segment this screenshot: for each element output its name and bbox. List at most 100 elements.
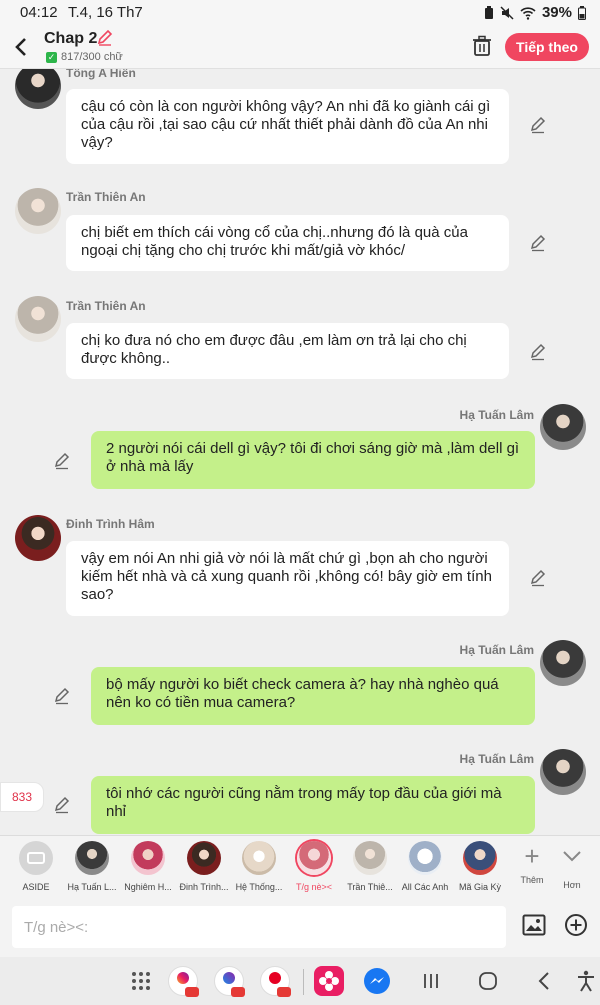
message-bubble[interactable]: tôi nhớ các người cũng nằm trong mấy top… xyxy=(91,776,535,834)
edit-message-icon[interactable] xyxy=(529,116,547,134)
character-avatar xyxy=(187,841,221,875)
character-label: Trần Thiê... xyxy=(347,882,393,892)
recent-app-instagram[interactable] xyxy=(168,966,199,997)
character-item[interactable]: Trần Thiê... xyxy=(342,841,398,892)
character-aside[interactable]: ASIDE xyxy=(8,841,64,892)
message-bubble[interactable]: vậy em nói An nhi giả vờ nói là mất chứ … xyxy=(66,541,509,616)
character-label: Nghiêm H... xyxy=(124,882,172,892)
character-label: All Các Anh xyxy=(401,882,449,892)
edit-message-icon[interactable] xyxy=(53,687,71,705)
chevron-down-icon xyxy=(563,851,581,862)
nav-divider xyxy=(303,969,304,995)
recent-app-messenger-2[interactable] xyxy=(362,966,392,1001)
character-avatar xyxy=(75,841,109,875)
edit-title-button[interactable] xyxy=(96,29,113,51)
speaker-name: Đinh Trình Hâm xyxy=(66,517,155,531)
speaker-name: Tống A Hiên xyxy=(66,69,136,80)
delete-button[interactable] xyxy=(472,35,492,57)
add-content-button[interactable] xyxy=(564,913,588,937)
more-label: Hơn xyxy=(563,880,581,890)
character-label: ASIDE xyxy=(22,882,50,892)
accessibility-button[interactable] xyxy=(577,970,595,997)
app-drawer-button[interactable] xyxy=(131,971,151,996)
add-character-button[interactable]: + Thêm xyxy=(514,842,550,885)
speaker-name: Trần Thiên An xyxy=(66,299,146,313)
insert-image-button[interactable] xyxy=(522,914,546,936)
edit-message-icon[interactable] xyxy=(529,343,547,361)
message-bubble[interactable]: chị biết em thích cái vòng cổ của chị..n… xyxy=(66,215,509,271)
nav-back-button[interactable] xyxy=(536,971,552,996)
character-item[interactable]: Hệ Thống... xyxy=(231,841,287,892)
avatar[interactable] xyxy=(15,188,61,234)
chat-area[interactable]: Tống A Hiên cậu có còn là con người khôn… xyxy=(0,69,600,835)
message-bubble[interactable]: chị ko đưa nó cho em được đâu ,em làm ơn… xyxy=(66,323,509,379)
check-icon: ✓ xyxy=(46,51,57,63)
status-date: T.4, 16 Th7 xyxy=(68,4,143,21)
character-item[interactable]: All Các Anh xyxy=(397,841,453,892)
next-button[interactable]: Tiếp theo xyxy=(505,33,589,61)
avatar[interactable] xyxy=(540,640,586,686)
character-avatar xyxy=(463,841,497,875)
accessibility-icon xyxy=(578,970,594,992)
more-characters-button[interactable]: Hơn xyxy=(554,842,590,890)
message-count-badge[interactable]: 833 xyxy=(0,782,44,812)
home-button[interactable] xyxy=(478,971,498,996)
status-icons: 39% xyxy=(484,4,586,21)
recent-app-flower[interactable] xyxy=(314,966,344,996)
character-item[interactable]: Mã Gia Kỳ xyxy=(452,841,508,892)
word-count: ✓ 817/300 chữ xyxy=(46,51,123,63)
battery-percent: 39% xyxy=(541,4,572,21)
word-count-text: 817/300 chữ xyxy=(61,51,123,63)
mute-icon xyxy=(500,5,514,20)
character-avatar xyxy=(131,841,165,875)
trash-icon xyxy=(473,35,491,56)
app-grid-icon xyxy=(132,972,150,990)
speaker-name: Hạ Tuấn Lâm xyxy=(459,752,534,766)
status-time: 04:12 xyxy=(20,4,58,21)
speaker-name: Hạ Tuấn Lâm xyxy=(459,643,534,657)
system-nav-bar xyxy=(0,957,600,1005)
pencil-icon xyxy=(97,29,113,46)
recent-app-messenger[interactable] xyxy=(214,966,245,997)
character-item-selected[interactable]: T/g nè>< xyxy=(286,841,342,892)
edit-message-icon[interactable] xyxy=(529,569,547,587)
character-label: Mã Gia Kỳ xyxy=(458,882,501,892)
recents-button[interactable] xyxy=(422,972,440,995)
chapter-header: Chap 2 ✓ 817/300 chữ Tiếp theo xyxy=(0,26,600,69)
character-avatar xyxy=(408,841,442,875)
avatar[interactable] xyxy=(15,69,61,109)
avatar[interactable] xyxy=(15,296,61,342)
aside-icon xyxy=(19,841,53,875)
edit-message-icon[interactable] xyxy=(53,796,71,814)
character-avatar xyxy=(242,841,276,875)
message-bubble[interactable]: 2 người nói cái dell gì vậy? tôi đi chơi… xyxy=(91,431,535,489)
character-item[interactable]: Hạ Tuấn L... xyxy=(64,841,120,892)
message-bubble[interactable]: cậu có còn là con người không vậy? An nh… xyxy=(66,89,509,164)
avatar[interactable] xyxy=(540,749,586,795)
avatar[interactable] xyxy=(540,404,586,450)
character-item[interactable]: Nghiêm H... xyxy=(120,841,176,892)
speaker-name: Hạ Tuấn Lâm xyxy=(459,408,534,422)
instagram-icon xyxy=(168,966,199,997)
character-bar: ASIDE Hạ Tuấn L... Nghiêm H... Đinh Trìn… xyxy=(0,835,600,897)
avatar[interactable] xyxy=(15,515,61,561)
message-bubble[interactable]: bộ mấy người ko biết check camera à? hay… xyxy=(91,667,535,725)
flower-app-icon xyxy=(314,966,344,996)
character-label: Hệ Thống... xyxy=(235,882,283,892)
message-input[interactable] xyxy=(12,906,506,948)
recent-app-pinterest[interactable] xyxy=(260,966,291,997)
character-label: Đinh Trình... xyxy=(179,882,229,892)
messenger-icon xyxy=(364,968,390,994)
add-label: Thêm xyxy=(520,875,544,885)
pinterest-icon xyxy=(260,966,291,997)
plus-icon: + xyxy=(524,841,540,871)
chapter-title[interactable]: Chap 2 xyxy=(44,30,97,48)
chevron-left-icon xyxy=(15,38,26,56)
back-button[interactable] xyxy=(12,34,34,60)
character-item[interactable]: Đinh Trình... xyxy=(176,841,232,892)
messenger-icon xyxy=(214,966,245,997)
edit-message-icon[interactable] xyxy=(529,234,547,252)
character-label: Hạ Tuấn L... xyxy=(67,882,117,892)
edit-message-icon[interactable] xyxy=(53,452,71,470)
character-avatar xyxy=(297,841,331,875)
